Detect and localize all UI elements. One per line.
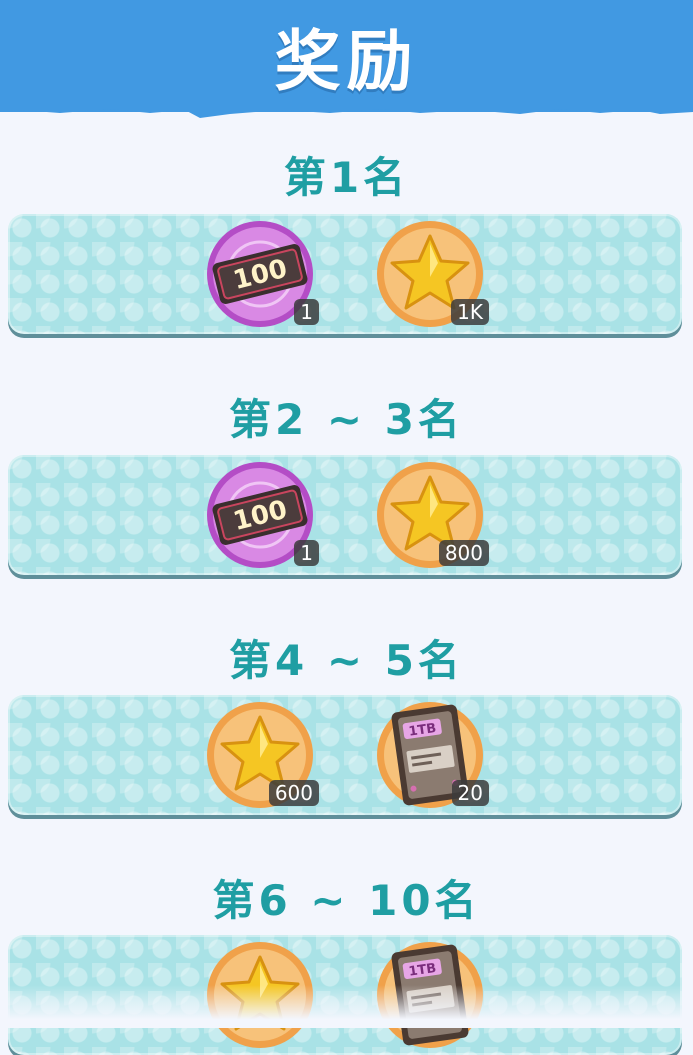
rank-label-4: 第6 ~ 10名 (212, 876, 481, 925)
rank-label-1: 第1名 (283, 153, 410, 202)
page-title: 奖励 (274, 23, 419, 100)
reward-item-star[interactable]: 1K (375, 219, 489, 329)
reward-item-star[interactable]: 600 (205, 700, 319, 810)
reward-panel-2: 100 1 800 (8, 455, 682, 575)
reward-count-badge: 1 (294, 540, 319, 566)
rank-label-2: 第2 ~ 3名 (229, 395, 464, 444)
reward-count-badge: 600 (268, 780, 319, 806)
header-edge-decoration (0, 100, 693, 118)
reward-item-ticket[interactable]: 100 1 (205, 460, 319, 570)
reward-item-drive[interactable]: 1TB 20 (375, 700, 489, 810)
rank-label-3: 第4 ~ 5名 (229, 636, 464, 685)
reward-panel-3: 600 1TB 20 (8, 695, 682, 815)
reward-count-badge: 800 (438, 540, 489, 566)
reward-count-badge: 20 (451, 780, 489, 806)
reward-item-ticket[interactable]: 100 1 (205, 219, 319, 329)
reward-panel-1: 100 1 1K (8, 214, 682, 334)
reward-count-badge: 1K (451, 299, 489, 325)
reward-count-badge: 1 (294, 299, 319, 325)
reward-item-star[interactable]: 800 (375, 460, 489, 570)
bottom-fade-overlay (0, 985, 693, 1028)
